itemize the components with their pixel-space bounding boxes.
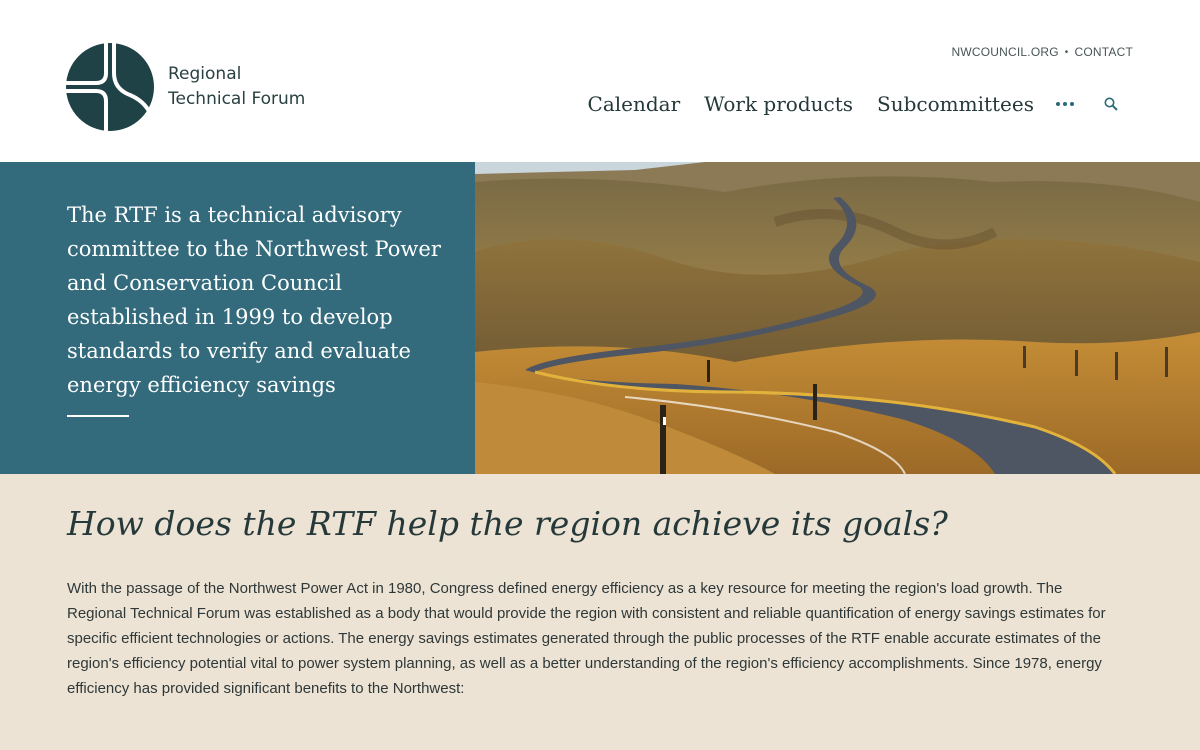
nwcouncil-link[interactable]: NWCOUNCIL.ORG — [952, 45, 1059, 59]
nav-item-calendar[interactable]: Calendar — [588, 92, 681, 116]
logo-line-2: Technical Forum — [168, 89, 306, 109]
nav-item-subcommittees[interactable]: Subcommittees — [877, 92, 1034, 116]
ellipsis-icon[interactable] — [1056, 94, 1074, 114]
section-paragraph: With the passage of the Northwest Power … — [67, 580, 1106, 697]
nav-item-work-products[interactable]: Work products — [704, 92, 853, 116]
hero-intro-text: The RTF is a technical advisory committe… — [67, 203, 441, 397]
site-logo[interactable]: Regional Technical Forum — [66, 43, 305, 131]
site-header: Regional Technical Forum NWCOUNCIL.ORG •… — [0, 0, 1200, 162]
logo-line-1: Regional — [168, 64, 242, 84]
search-icon[interactable] — [1104, 97, 1118, 111]
logo-wordmark: Regional Technical Forum — [168, 62, 305, 112]
content-section: How does the RTF help the region achieve… — [0, 474, 1200, 750]
contact-link[interactable]: CONTACT — [1074, 45, 1133, 59]
utility-separator: • — [1064, 46, 1069, 58]
rtf-logo-icon — [66, 43, 154, 131]
main-nav: Calendar Work products Subcommittees — [564, 92, 1118, 116]
section-heading: How does the RTF help the region achieve… — [67, 504, 948, 543]
utility-nav: NWCOUNCIL.ORG • CONTACT — [952, 45, 1134, 59]
hero-divider — [67, 415, 129, 417]
hero-image — [475, 162, 1200, 474]
hero-panel: The RTF is a technical advisory committe… — [0, 162, 475, 474]
